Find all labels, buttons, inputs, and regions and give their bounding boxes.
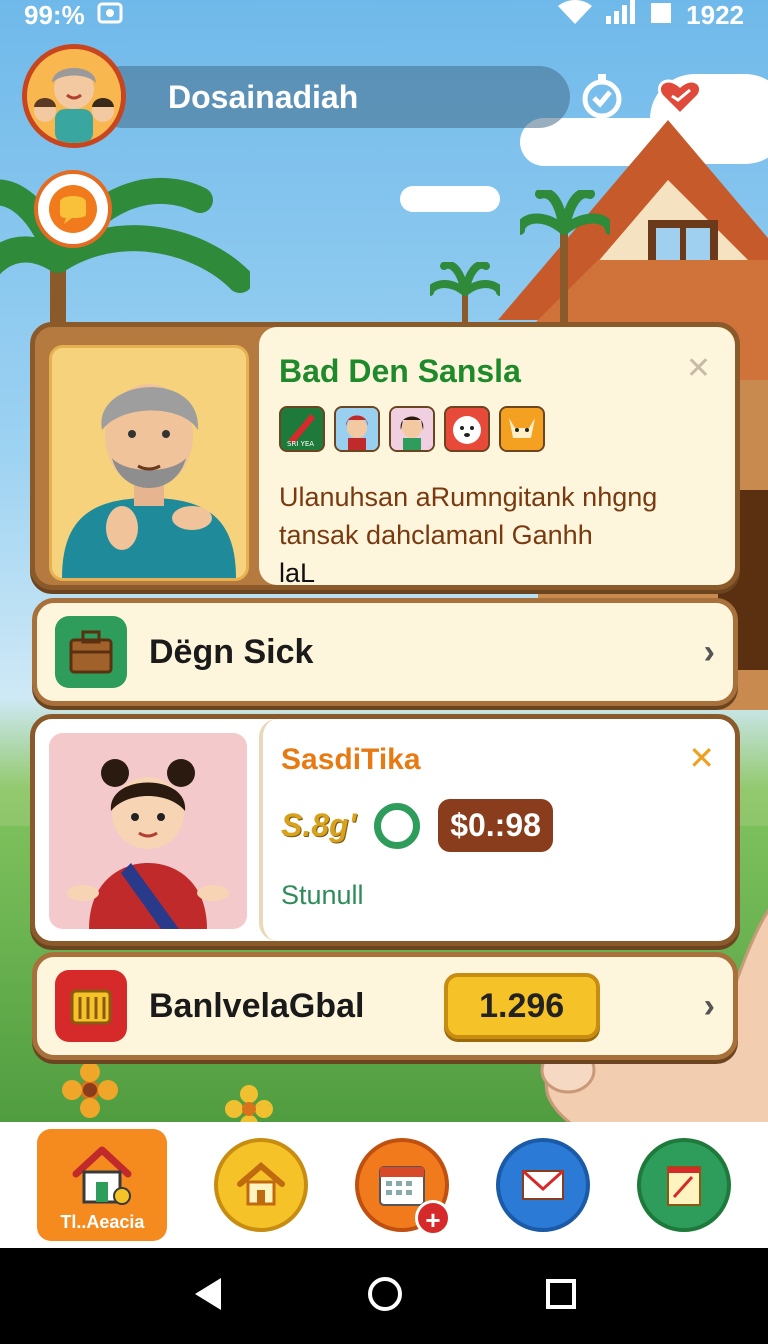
- svg-text:SRI YEA: SRI YEA: [287, 440, 314, 448]
- card-subtitle: Stunull: [281, 880, 364, 910]
- add-badge-icon: +: [414, 1200, 451, 1236]
- girl-character-icon: [49, 733, 247, 929]
- elder-man-icon: [52, 348, 246, 578]
- notes-button[interactable]: [636, 1138, 731, 1232]
- mail-button[interactable]: [495, 1138, 590, 1232]
- family-avatar-icon: [27, 49, 121, 143]
- chip-paint-icon[interactable]: SRI YEA: [279, 406, 325, 452]
- chat-icon: [49, 185, 97, 233]
- battery-icon: [650, 0, 672, 31]
- notes-icon: [666, 1166, 701, 1206]
- flower-icon: [62, 1062, 118, 1118]
- chip-fox-icon[interactable]: [499, 406, 545, 452]
- avatar[interactable]: [22, 44, 126, 148]
- bottom-navigation: Tl..Aeacia +: [0, 1122, 768, 1248]
- battery-percent: 99:%: [24, 0, 85, 30]
- chat-button[interactable]: [34, 170, 112, 248]
- close-icon[interactable]: ✕: [686, 351, 711, 386]
- treasure-gate-icon: [55, 970, 127, 1042]
- system-navigation-bar: [0, 1248, 768, 1344]
- calendar-button[interactable]: +: [354, 1138, 451, 1236]
- palm-tree-illustration: [520, 190, 610, 330]
- profile-name-pill[interactable]: Dosainadiah: [92, 66, 570, 128]
- flower-icon: [225, 1085, 273, 1126]
- elder-info-panel: Bad Den Sansla ✕ SRI YEA Ulanuhsan aRumn…: [259, 327, 735, 588]
- suitcase-icon: [55, 616, 127, 688]
- wifi-icon: [558, 0, 593, 31]
- card-title: SasdiTika: [281, 743, 421, 776]
- recent-apps-icon[interactable]: [545, 1278, 577, 1315]
- chip-woman-red-icon[interactable]: [334, 406, 380, 452]
- chip-dog-icon[interactable]: [444, 406, 490, 452]
- signal-icon: [606, 0, 636, 31]
- stats-row: S.8g' $0.:98: [281, 799, 717, 852]
- nav-active-label: Tl..Aeacia: [60, 1212, 145, 1232]
- mail-icon: [521, 1169, 564, 1200]
- chevron-right-icon: ›: [703, 632, 715, 671]
- home-circle-icon[interactable]: [367, 1276, 403, 1317]
- ring-indicator-icon: [374, 802, 421, 849]
- username: Dosainadiah: [168, 79, 359, 115]
- home-icon: [237, 1162, 286, 1206]
- row-label: Dëgn Sick: [149, 632, 314, 671]
- girl-portrait: [49, 733, 247, 929]
- nav-tab-active[interactable]: Tl..Aeacia: [37, 1129, 168, 1241]
- character-card-girl[interactable]: SasdiTika ✕ S.8g' $0.:98 Stunull: [30, 714, 740, 946]
- chip-row: SRI YEA: [279, 406, 715, 452]
- elder-portrait: [49, 345, 249, 581]
- heart-icon[interactable]: [656, 72, 704, 120]
- character-card-elder[interactable]: Bad Den Sansla ✕ SRI YEA Ulanuhsan aRumn…: [30, 322, 740, 590]
- row-banlvela-gbal[interactable]: BanlvelaGbal 1.296 ›: [32, 952, 738, 1060]
- status-bar: 99:% 1922: [0, 0, 768, 30]
- chip-woman-green-icon[interactable]: [389, 406, 435, 452]
- back-icon[interactable]: [191, 1276, 225, 1317]
- description-line: tansak dahclamanl Ganhh: [279, 520, 593, 550]
- clock-time: 1922: [686, 0, 744, 30]
- girl-info-panel: SasdiTika ✕ S.8g' $0.:98 Stunull: [259, 719, 735, 941]
- stat-value: S.8g': [281, 807, 357, 843]
- value-badge[interactable]: 1.296: [443, 973, 600, 1039]
- home-house-icon: [72, 1146, 132, 1205]
- card-description: Ulanuhsan aRumngitank nhgng tansak dahcl…: [279, 478, 715, 592]
- home-button[interactable]: [214, 1138, 309, 1232]
- chevron-right-icon: ›: [703, 986, 715, 1025]
- description-line: Ulanuhsan aRumngitank nhgng: [279, 482, 658, 512]
- stopwatch-icon[interactable]: [578, 72, 626, 120]
- screenshot-icon: [97, 0, 123, 31]
- profile-header: Dosainadiah: [22, 44, 752, 154]
- card-title: Bad Den Sansla: [279, 353, 521, 389]
- price-badge[interactable]: $0.:98: [438, 799, 553, 852]
- close-icon[interactable]: ✕: [688, 739, 715, 777]
- description-line: laL: [279, 558, 316, 588]
- row-degn-sick[interactable]: Dëgn Sick ›: [32, 598, 738, 706]
- row-label: BanlvelaGbal: [149, 986, 365, 1025]
